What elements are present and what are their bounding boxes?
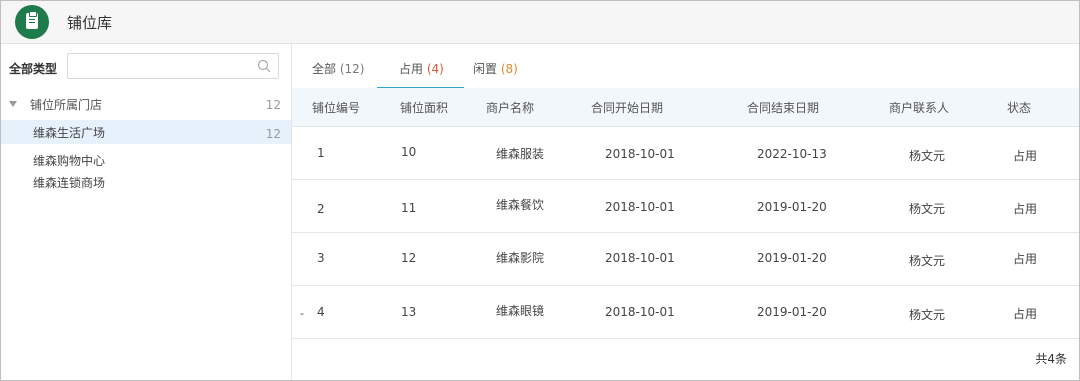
cell-contact: 杨文元 (909, 149, 946, 163)
tab-label: 占用 (399, 62, 424, 76)
cell-start-date: 2018-10-01 (605, 251, 675, 265)
cell-status: 占用 (1013, 149, 1038, 163)
cell-status: 占用 (1013, 202, 1038, 216)
table-row[interactable]: 1 10 维森服装 2018-10-01 2022-10-13 杨文元 占用 (292, 127, 1079, 180)
column-header[interactable]: 铺位面积 (400, 99, 448, 116)
tree-root-stores[interactable]: 铺位所属门店 12 (1, 92, 291, 116)
cell-start-date: 2018-10-01 (605, 305, 675, 319)
app-header: 铺位库 (1, 1, 1079, 44)
tab-occupied[interactable]: 占用 (4) (377, 60, 464, 89)
tree-root-count: 12 (265, 98, 281, 112)
tree-item-store-2[interactable]: 维森购物中心 (1, 148, 291, 172)
column-header[interactable]: 铺位编号 (312, 99, 360, 116)
column-header[interactable]: 商户联系人 (889, 99, 949, 116)
cell-contact: 杨文元 (909, 308, 946, 322)
table-row[interactable]: - 4 13 维森眼镜 2018-10-01 2019-01-20 杨文元 占用 (292, 286, 1079, 339)
cell-area: 11 (401, 201, 417, 215)
tree-item-store-1[interactable]: 维森生活广场 12 (1, 120, 291, 144)
column-header[interactable]: 商户名称 (486, 99, 534, 116)
tab-count: (8) (500, 62, 518, 76)
cell-number: 2 (317, 202, 325, 216)
column-header[interactable]: 合同开始日期 (591, 99, 663, 116)
tab-label: 闲置 (473, 62, 498, 76)
cell-area: 12 (401, 251, 417, 265)
tab-label: 全部 (312, 62, 337, 76)
table-row[interactable]: 3 12 维森影院 2018-10-01 2019-01-20 杨文元 占用 (292, 233, 1079, 286)
column-header[interactable]: 状态 (1007, 99, 1031, 116)
cell-end-date: 2019-01-20 (757, 200, 827, 214)
cell-merchant: 维森服装 (496, 147, 545, 161)
table-row[interactable]: 2 11 维森餐饮 2018-10-01 2019-01-20 杨文元 占用 (292, 180, 1079, 233)
cell-merchant: 维森眼镜 (496, 304, 545, 318)
cell-merchant: 维森餐饮 (496, 198, 545, 212)
tree-item-store-3[interactable]: 维森连锁商场 (1, 170, 291, 194)
status-tabs: 全部 (12) 占用 (4) 闲置 (8) (292, 44, 1079, 89)
table-header: 铺位编号 铺位面积 商户名称 合同开始日期 合同结束日期 商户联系人 状态 (292, 88, 1079, 127)
clipboard-icon (15, 5, 49, 39)
cell-number: 3 (317, 251, 325, 265)
tab-count: (4) (426, 62, 444, 76)
cell-area: 13 (401, 305, 417, 319)
cell-contact: 杨文元 (909, 254, 946, 268)
app-window: 铺位库 全部类型 铺位所属门店 12 维森生活广场 12 维森购物中心 维森连锁… (0, 0, 1080, 381)
pagination-total: 共4条 (1035, 352, 1067, 366)
cell-start-date: 2018-10-01 (605, 200, 675, 214)
cell-end-date: 2019-01-20 (757, 305, 827, 319)
app-title: 铺位库 (67, 14, 113, 32)
tree-item-count: 12 (265, 127, 281, 141)
cell-number: 1 (317, 146, 325, 160)
cell-status: 占用 (1013, 307, 1038, 321)
tree-item-label: 维森生活广场 (33, 126, 106, 140)
column-header[interactable]: 合同结束日期 (747, 99, 819, 116)
filter-label: 全部类型 (9, 62, 58, 76)
tree-root-label: 铺位所属门店 (30, 98, 103, 112)
search-input[interactable] (67, 53, 279, 79)
cell-contact: 杨文元 (909, 202, 946, 216)
cell-start-date: 2018-10-01 (605, 147, 675, 161)
cell-area: 10 (401, 145, 417, 159)
search-icon[interactable] (256, 58, 272, 74)
cell-end-date: 2022-10-13 (757, 147, 827, 161)
cell-merchant: 维森影院 (496, 251, 545, 265)
tab-idle[interactable]: 闲置 (8) (473, 60, 518, 88)
main-panel: 全部 (12) 占用 (4) 闲置 (8) 铺位编号 铺位面积 商户名称 合同开… (292, 44, 1079, 380)
tree-item-label: 维森购物中心 (33, 154, 106, 168)
cell-number: 4 (317, 305, 325, 319)
cell-end-date: 2019-01-20 (757, 251, 827, 265)
sidebar: 全部类型 铺位所属门店 12 维森生活广场 12 维森购物中心 维森连锁商场 (1, 44, 292, 380)
caret-down-icon[interactable] (9, 101, 17, 107)
tab-count: (12) (339, 62, 365, 76)
tab-all[interactable]: 全部 (12) (312, 60, 364, 88)
cell-status: 占用 (1013, 252, 1038, 266)
tree-item-label: 维森连锁商场 (33, 176, 106, 190)
